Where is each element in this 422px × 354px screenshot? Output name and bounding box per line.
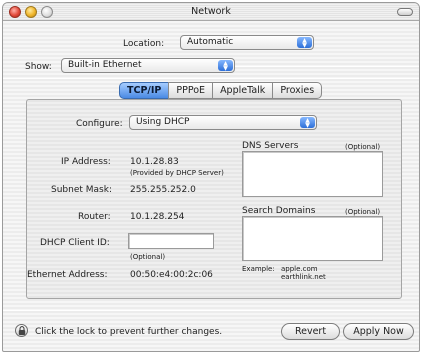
dhcp-client-id-field[interactable] [128, 233, 214, 249]
lock-icon [18, 326, 26, 335]
location-popup[interactable]: Automatic ▲ ▼ [180, 35, 314, 50]
dhcp-client-id-label: DHCP Client ID: [40, 238, 110, 248]
subnet-mask-label: Subnet Mask: [51, 185, 112, 195]
window-title: Network [191, 6, 231, 17]
example-line-1: apple.com [281, 265, 318, 273]
subnet-mask-value: 255.255.252.0 [130, 185, 196, 195]
location-label: Location: [123, 39, 165, 49]
popup-arrows-icon: ▲ ▼ [218, 60, 233, 72]
section-divider [3, 78, 419, 79]
toolbar-toggle-icon[interactable] [397, 8, 413, 16]
show-divider [235, 66, 419, 67]
show-popup[interactable]: Built-in Ethernet ▲ ▼ [61, 58, 235, 73]
title-bar: Network [3, 3, 419, 21]
example-line-2: earthlink.net [281, 273, 326, 281]
dns-servers-label: DNS Servers [242, 141, 299, 151]
search-optional-label: (Optional) [345, 208, 381, 216]
ip-address-label: IP Address: [61, 157, 111, 167]
configure-label: Configure: [76, 119, 123, 129]
router-value: 10.1.28.254 [130, 212, 185, 222]
tab-proxies[interactable]: Proxies [272, 82, 323, 99]
tab-bar: TCP/IP PPPoE AppleTalk Proxies [119, 82, 323, 99]
ethernet-address-value: 00:50:e4:00:2c:06 [130, 270, 213, 280]
search-domains-label: Search Domains [242, 206, 316, 216]
ip-address-note: (Provided by DHCP Server) [130, 169, 224, 177]
router-label: Router: [78, 212, 111, 222]
configure-popup[interactable]: Using DHCP ▲ ▼ [129, 115, 317, 130]
lock-message: Click the lock to prevent further change… [35, 327, 223, 337]
popup-arrows-icon: ▲ ▼ [300, 117, 315, 129]
show-label: Show: [25, 62, 52, 72]
tab-appletalk[interactable]: AppleTalk [212, 82, 274, 99]
apply-now-button[interactable]: Apply Now [343, 323, 414, 340]
footer-divider [3, 310, 419, 311]
show-value: Built-in Ethernet [68, 60, 142, 70]
configure-value: Using DHCP [136, 117, 190, 127]
location-value: Automatic [187, 37, 234, 47]
dns-servers-field[interactable] [242, 151, 383, 197]
dns-optional-label: (Optional) [345, 143, 381, 151]
dhcp-client-optional-label: (Optional) [130, 253, 166, 261]
popup-arrows-icon: ▲ ▼ [297, 37, 312, 49]
revert-button[interactable]: Revert [281, 323, 340, 340]
lock-button[interactable] [15, 324, 28, 337]
ip-address-value: 10.1.28.83 [130, 157, 179, 167]
tab-tcpip[interactable]: TCP/IP [119, 82, 170, 99]
network-window: Network Location: Automatic ▲ ▼ Show: Bui… [2, 2, 420, 352]
ethernet-address-label: Ethernet Address: [27, 270, 108, 280]
example-label: Example: [242, 265, 275, 273]
tab-pppoe[interactable]: PPPoE [168, 82, 214, 99]
search-domains-field[interactable] [242, 216, 383, 261]
